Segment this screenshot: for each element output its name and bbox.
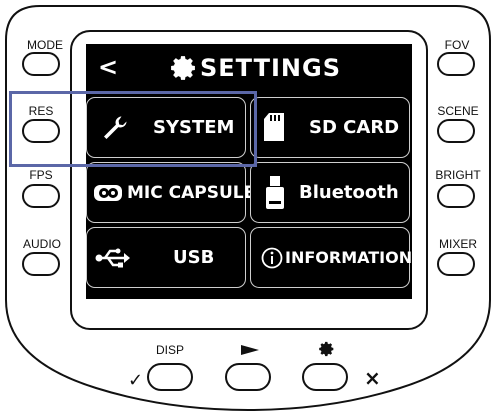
bluetooth-dongle-icon [266,176,284,209]
page-title: SETTINGS [170,53,341,83]
fps-label: FPS [29,168,53,182]
tile-information[interactable]: INFORMATION [250,227,413,288]
disp-button[interactable] [147,363,193,391]
mixer-label: MIXER [438,237,477,251]
fov-button[interactable] [437,52,475,76]
gear-icon [319,341,334,357]
title-bar: < SETTINGS [86,44,412,90]
mixer-button[interactable] [437,252,475,276]
sd-card-icon [264,113,284,141]
play-button[interactable] [225,363,271,391]
tile-label: SD CARD [309,117,400,138]
disp-label: DISP [155,343,184,357]
tile-label: Bluetooth [299,182,399,203]
tile-label: USB [173,247,215,268]
info-icon [261,247,283,269]
check-mark: ✓ [128,370,144,391]
usb-icon [95,248,130,268]
device-body: MODE RES FPS AUDIO FOV SCENE BRIGHT MIXE… [0,0,496,418]
mode-label: MODE [27,38,63,52]
back-button[interactable]: < [98,52,118,82]
fov-label: FOV [444,38,470,52]
title-text: SETTINGS [200,54,341,82]
mic-capsule-icon [94,185,122,201]
settings-button[interactable] [302,363,348,391]
scene-button[interactable] [437,119,475,143]
mode-button[interactable] [22,52,60,76]
play-icon [241,345,259,355]
fps-button[interactable] [22,184,60,208]
gear-icon [171,56,195,80]
tile-label: INFORMATION [285,248,413,267]
cross-mark: × [364,366,381,390]
scene-label: SCENE [437,104,479,118]
tile-bluetooth[interactable]: Bluetooth [250,162,410,223]
audio-label: AUDIO [22,237,61,251]
audio-button[interactable] [22,252,60,276]
tile-mic-capsule[interactable]: MIC CAPSULE [86,162,255,223]
tile-usb[interactable]: USB [86,227,246,288]
bright-label: BRIGHT [435,168,481,182]
selection-highlight [9,91,257,167]
tile-label: MIC CAPSULE [127,183,256,203]
bright-button[interactable] [437,184,475,208]
screen: < SETTINGS SYSTEM SD CARD MIC CAPSULE Bl… [86,44,412,299]
tile-sd-card[interactable]: SD CARD [250,97,410,158]
